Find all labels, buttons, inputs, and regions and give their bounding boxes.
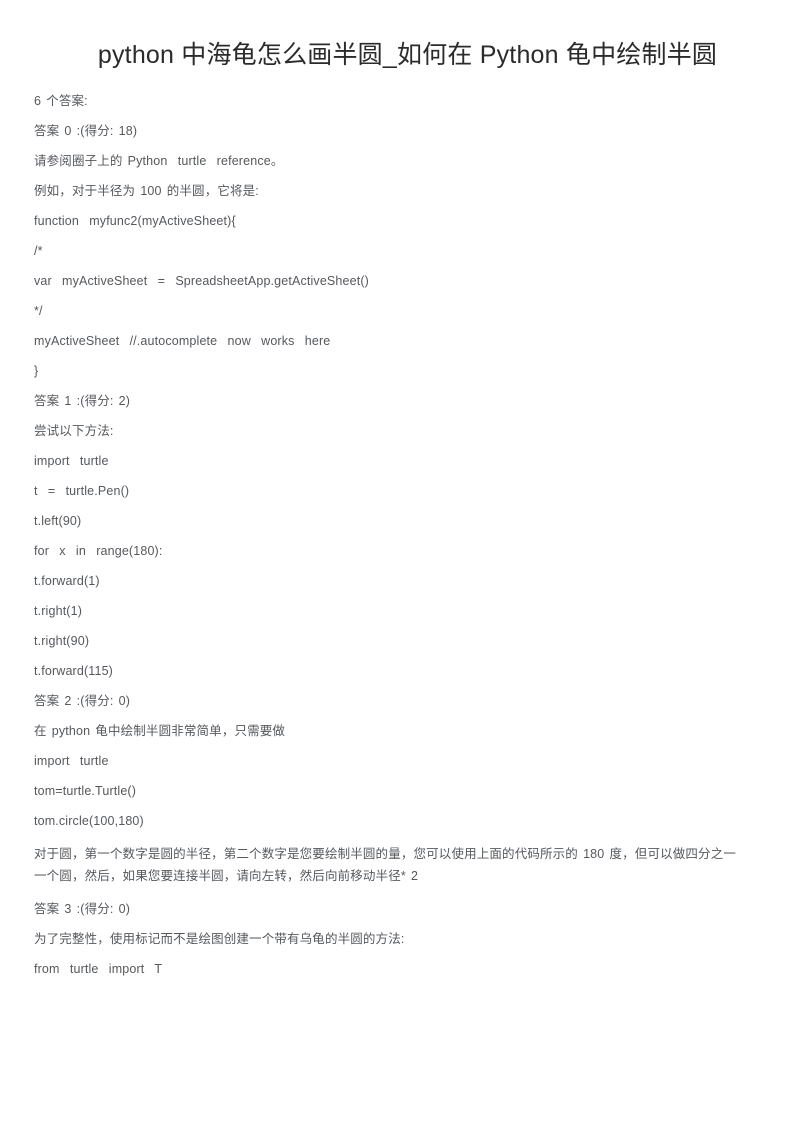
document-line: for x in range(180):: [34, 544, 163, 558]
document-line: */: [34, 304, 43, 318]
document-line: 尝试以下方法:: [34, 424, 114, 438]
document-body: 6 个答案: 答案 0 :(得分: 18) 请参阅圈子上的 Python turt…: [0, 86, 793, 984]
document-line: 答案 2 :(得分: 0): [34, 694, 131, 708]
document-line: t = turtle.Pen(): [34, 484, 130, 498]
document-line: 例如，对于半径为 100 的半圆，它将是:: [34, 184, 259, 198]
document-line: 答案 1 :(得分: 2): [34, 394, 131, 408]
answer-lines-container: 答案 0 :(得分: 18) 请参阅圈子上的 Python turtle refe…: [34, 116, 759, 984]
document-line: 请参阅圈子上的 Python turtle reference。: [34, 154, 284, 168]
document-line: import turtle: [34, 754, 109, 768]
document-line: }: [34, 364, 39, 378]
document-line: 对于圆，第一个数字是圆的半径，第二个数字是您要绘制半圆的量，您可以使用上面的代码…: [34, 847, 737, 883]
document-line: from turtle import T: [34, 962, 163, 976]
document-line: 为了完整性，使用标记而不是绘图创建一个带有乌龟的半圆的方法:: [34, 932, 405, 946]
document-line: var myActiveSheet = SpreadsheetApp.getAc…: [34, 274, 369, 288]
document-line: /*: [34, 244, 43, 258]
document-line: t.right(90): [34, 634, 90, 648]
document-line: t.forward(115): [34, 664, 113, 678]
document-line: tom.circle(100,180): [34, 814, 144, 828]
document-line: 答案 3 :(得分: 0): [34, 902, 131, 916]
document-line: 在 python 龟中绘制半圆非常简单，只需要做: [34, 724, 286, 738]
document-line: function myfunc2(myActiveSheet){: [34, 214, 236, 228]
document-line: 答案 0 :(得分: 18): [34, 124, 138, 138]
answer-count-line: 6 个答案:: [34, 94, 88, 108]
document-page: python 中海龟怎么画半圆_如何在 Python 龟中绘制半圆 6 个答案:…: [0, 0, 793, 1122]
document-line: t.left(90): [34, 514, 82, 528]
document-line: import turtle: [34, 454, 109, 468]
document-line: myActiveSheet //.autocomplete now works …: [34, 334, 331, 348]
page-title: python 中海龟怎么画半圆_如何在 Python 龟中绘制半圆: [97, 41, 718, 69]
document-line: t.forward(1): [34, 574, 100, 588]
document-line: tom=turtle.Turtle(): [34, 784, 137, 798]
document-line: t.right(1): [34, 604, 83, 618]
